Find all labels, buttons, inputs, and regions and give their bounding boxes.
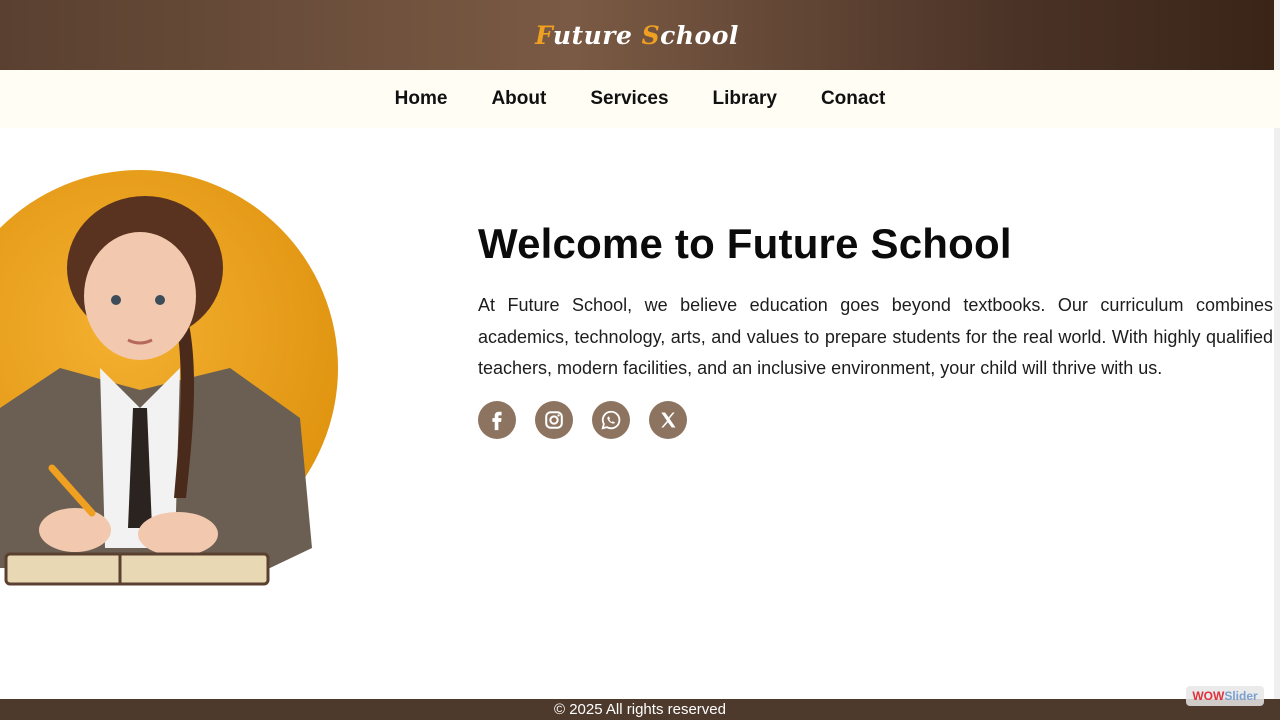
nav-home[interactable]: Home bbox=[395, 88, 448, 110]
open-book bbox=[4, 552, 270, 586]
copyright-text: © 2025 All rights reserved bbox=[554, 701, 726, 718]
nav-services[interactable]: Services bbox=[590, 88, 668, 110]
whatsapp-button[interactable] bbox=[592, 400, 630, 439]
nav-library[interactable]: Library bbox=[713, 88, 777, 110]
hero-heading: Welcome to Future School bbox=[478, 220, 1012, 267]
watermark-part-2: Slider bbox=[1224, 689, 1258, 703]
hero-paragraph: At Future School, we believe education g… bbox=[478, 295, 1273, 378]
main-nav: Home About Services Library Conact bbox=[0, 70, 1280, 128]
x-icon bbox=[661, 412, 676, 427]
brand-word-rest-1: uture bbox=[552, 20, 642, 50]
x-button[interactable] bbox=[649, 400, 687, 439]
facebook-icon bbox=[492, 411, 502, 430]
instagram-icon bbox=[545, 410, 563, 429]
wowslider-watermark: WOWSlider bbox=[1186, 686, 1264, 706]
page-footer: © 2025 All rights reserved bbox=[0, 699, 1280, 720]
whatsapp-icon bbox=[601, 410, 621, 430]
nav-contact[interactable]: Conact bbox=[821, 88, 885, 110]
brand-word-rest-2: chool bbox=[660, 20, 739, 50]
brand-initial-s: S bbox=[641, 20, 661, 50]
student-illustration bbox=[0, 170, 345, 588]
hero-content: Welcome to Future School At Future Schoo… bbox=[478, 220, 1273, 439]
instagram-button[interactable] bbox=[535, 400, 573, 439]
brand-logo[interactable]: Future School bbox=[535, 21, 739, 50]
top-header: Future School bbox=[0, 0, 1274, 70]
social-links bbox=[478, 400, 1273, 439]
brand-initial-f: F bbox=[535, 20, 553, 50]
watermark-part-1: WOW bbox=[1192, 689, 1225, 703]
nav-about[interactable]: About bbox=[491, 88, 546, 110]
facebook-button[interactable] bbox=[478, 400, 516, 439]
